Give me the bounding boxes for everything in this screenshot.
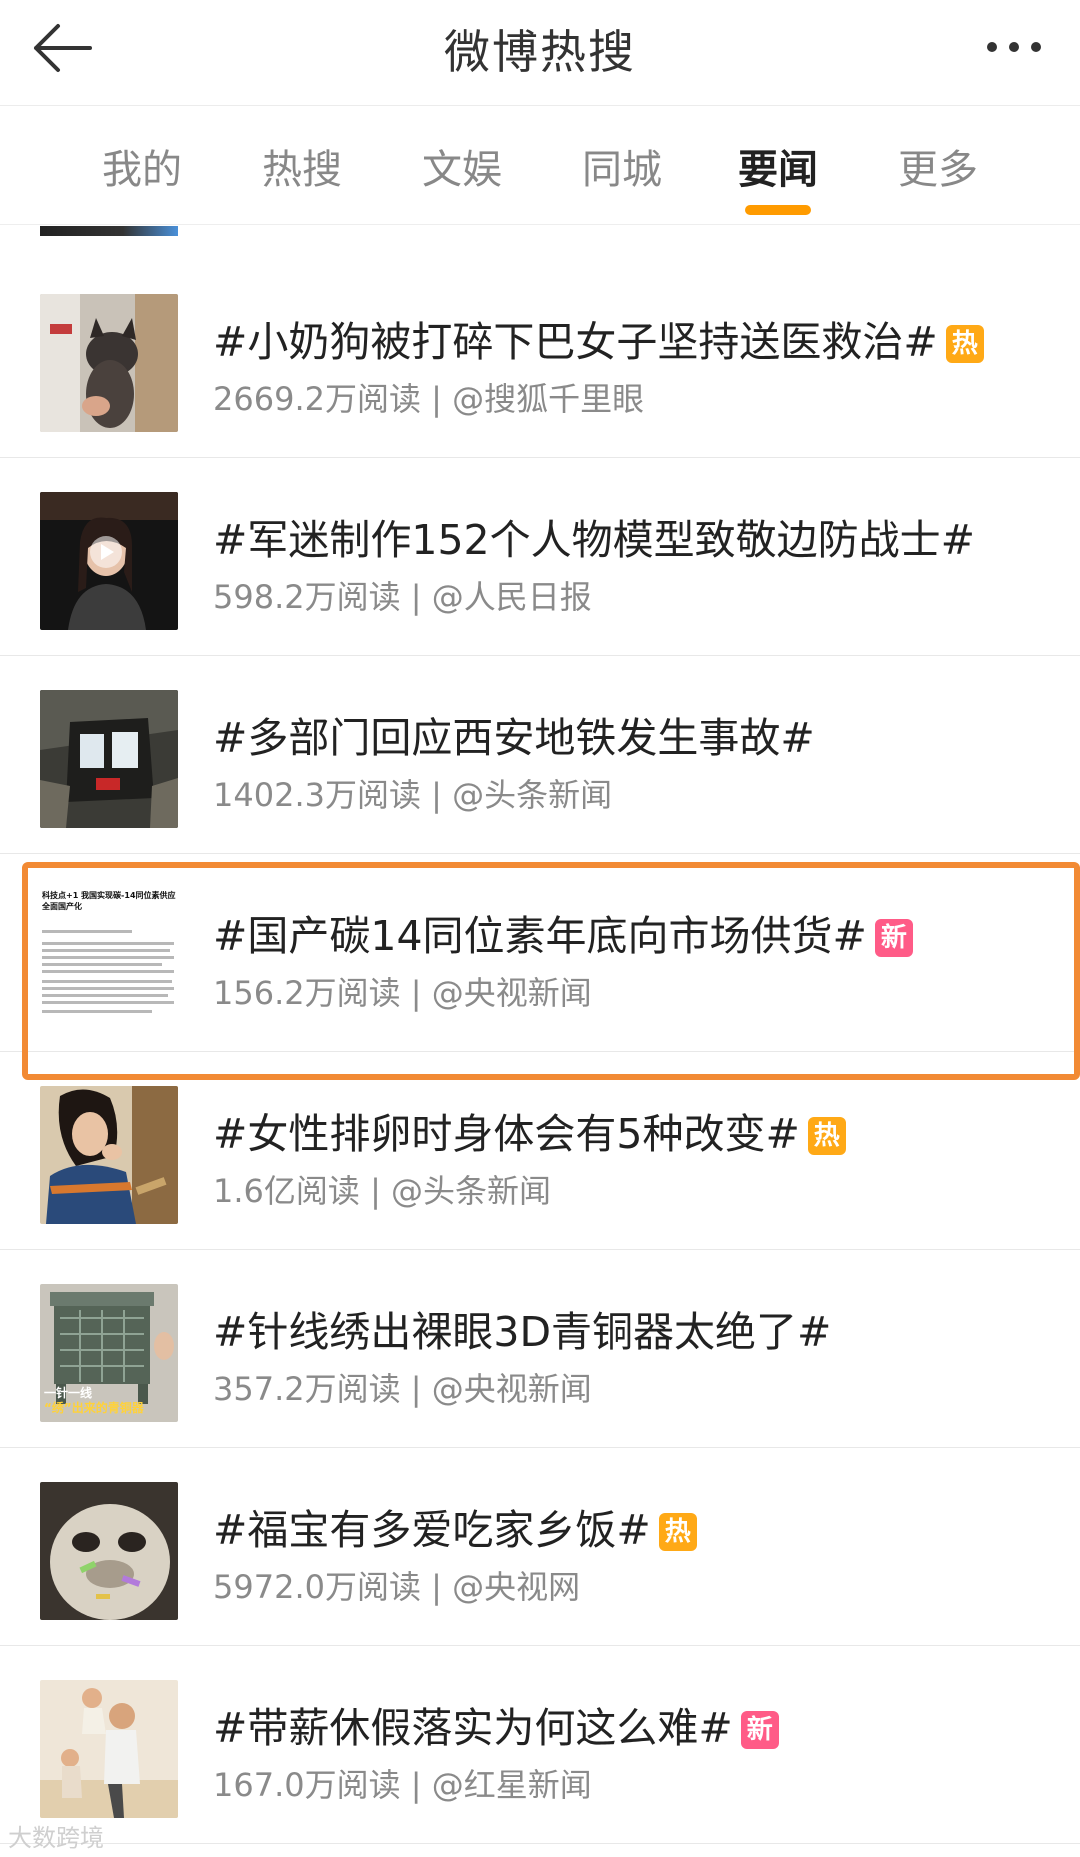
partial-thumbnail	[40, 226, 178, 236]
item-title: #福宝有多爱吃家乡饭# 热	[213, 1496, 697, 1556]
item-meta: 1402.3万阅读 | @头条新闻	[213, 776, 613, 814]
list-item[interactable]: #带薪休假落实为何这么难# 新 167.0万阅读 | @红星新闻	[0, 1646, 1080, 1844]
list-item[interactable]: #多部门回应西安地铁发生事故# 1402.3万阅读 | @头条新闻	[0, 656, 1080, 854]
hot-badge: 热	[945, 325, 984, 363]
tab-news[interactable]: 要闻	[708, 137, 848, 195]
item-meta: 1.6亿阅读 | @头条新闻	[213, 1172, 552, 1210]
watermark: 大数跨境	[8, 1824, 104, 1852]
item-meta: 167.0万阅读 | @红星新闻	[213, 1766, 592, 1804]
active-tab-indicator	[745, 205, 811, 215]
thumbnail-caption: 一针一线 “绣”出来的青铜器	[44, 1386, 144, 1415]
item-meta: 5972.0万阅读 | @央视网	[213, 1568, 581, 1606]
list-item[interactable]: #小奶狗被打碎下巴女子坚持送医救治# 热 2669.2万阅读 | @搜狐千里眼	[0, 260, 1080, 458]
hot-badge: 热	[807, 1117, 846, 1155]
item-meta: 357.2万阅读 | @央视新闻	[213, 1370, 592, 1408]
list-item[interactable]: 一针一线 “绣”出来的青铜器 #针线绣出裸眼3D青铜器太绝了# 357.2万阅读…	[0, 1250, 1080, 1448]
source-link[interactable]: @搜狐千里眼	[452, 380, 644, 418]
thumbnail-video	[40, 492, 178, 630]
source-link[interactable]: @头条新闻	[391, 1172, 551, 1210]
new-badge: 新	[740, 1711, 779, 1749]
tab-hot-search[interactable]: 热搜	[232, 137, 372, 195]
source-link[interactable]: @央视网	[452, 1568, 580, 1606]
page-title: 微博热搜	[444, 25, 636, 79]
hot-badge: 热	[658, 1513, 697, 1551]
thumbnail-panda	[40, 1482, 178, 1620]
thumbnail-dog	[40, 294, 178, 432]
item-title: #女性排卵时身体会有5种改变# 热	[213, 1100, 846, 1160]
thumbnail-family	[40, 1680, 178, 1818]
item-meta: 598.2万阅读 | @人民日报	[213, 578, 592, 616]
item-meta: 2669.2万阅读 | @搜狐千里眼	[213, 380, 645, 418]
tab-mine[interactable]: 我的	[72, 137, 212, 195]
source-link[interactable]: @头条新闻	[452, 776, 612, 814]
list-item[interactable]: #女性排卵时身体会有5种改变# 热 1.6亿阅读 | @头条新闻	[0, 1052, 1080, 1250]
thumbnail-woman	[40, 1086, 178, 1224]
app-header: 微博热搜	[0, 0, 1080, 106]
thumbnail-bronze: 一针一线 “绣”出来的青铜器	[40, 1284, 178, 1422]
list-item[interactable]: #福宝有多爱吃家乡饭# 热 5972.0万阅读 | @央视网	[0, 1448, 1080, 1646]
tab-local[interactable]: 同城	[552, 137, 692, 195]
partial-list-item	[0, 226, 1080, 236]
thumbnail-subway	[40, 690, 178, 828]
item-title: #小奶狗被打碎下巴女子坚持送医救治# 热	[213, 308, 984, 368]
item-title: #多部门回应西安地铁发生事故#	[213, 714, 815, 762]
item-title: #军迷制作152个人物模型致敬边防战士#	[213, 516, 975, 564]
more-dots-icon[interactable]	[984, 38, 1044, 56]
source-link[interactable]: @红星新闻	[432, 1766, 592, 1804]
source-link[interactable]: @人民日报	[432, 578, 592, 616]
item-title: #带薪休假落实为何这么难# 新	[213, 1694, 779, 1754]
item-title: #针线绣出裸眼3D青铜器太绝了#	[213, 1308, 832, 1356]
list-item[interactable]: #军迷制作152个人物模型致敬边防战士# 598.2万阅读 | @人民日报	[0, 458, 1080, 656]
category-tabs: 我的 热搜 文娱 同城 要闻 更多	[0, 107, 1080, 225]
source-link[interactable]: @央视新闻	[432, 1370, 592, 1408]
highlight-frame	[22, 862, 1080, 1080]
tab-entertainment[interactable]: 文娱	[392, 137, 532, 195]
tab-more[interactable]: 更多	[868, 137, 1008, 195]
